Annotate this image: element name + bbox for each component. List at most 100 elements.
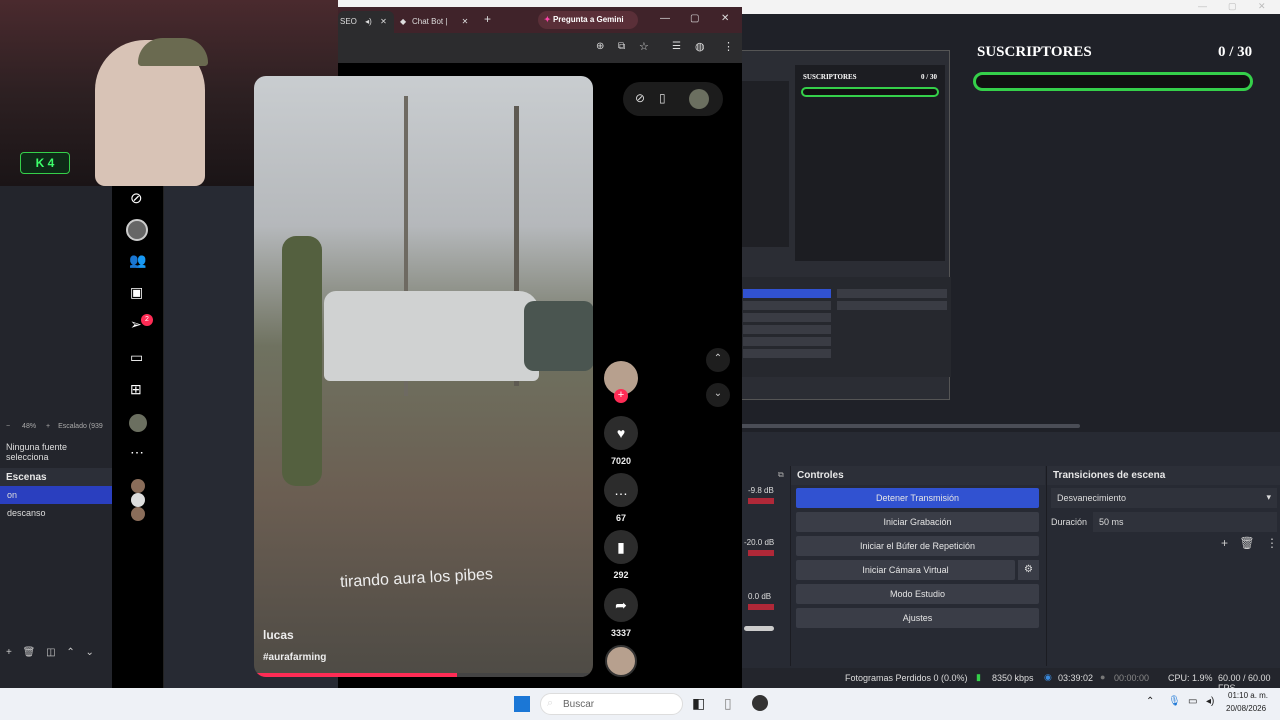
chevron-up-icon: ⌃ <box>713 353 723 364</box>
profile-icon[interactable]: ◍ <box>695 40 705 53</box>
down-icon[interactable]: ⌄ <box>86 647 94 658</box>
video-player[interactable]: tirando aura los pibes lucas #aurafarmin… <box>254 76 593 677</box>
avatar[interactable] <box>131 493 145 507</box>
preview-scrollbar[interactable] <box>740 424 1080 428</box>
start-recording-button[interactable]: Iniciar Grabación <box>796 512 1039 532</box>
avatar[interactable] <box>689 89 709 109</box>
replay-buffer-button[interactable]: Iniciar el Búfer de Repetición <box>796 536 1039 556</box>
speaker-icon[interactable]: ◂) <box>365 17 372 26</box>
follow-plus-icon[interactable]: + <box>614 389 628 403</box>
transitions-header: Transiciones de escena <box>1047 466 1280 485</box>
no-source-label: Ninguna fuente selecciona <box>6 442 68 462</box>
zoom-out-icon[interactable]: − <box>6 423 10 430</box>
live-icon[interactable]: ▣ <box>130 284 143 301</box>
mini-overlay-bar <box>801 87 939 97</box>
network-icon[interactable]: ▭ <box>1188 696 1197 707</box>
audio-level: -20.0 dB <box>744 538 775 547</box>
share-button[interactable]: ➦ <box>604 588 638 622</box>
scene-item[interactable]: descanso <box>0 504 112 522</box>
browser-toolbar: ⊕ ⧉ ☆ ☰ ◍ ⋮ <box>338 33 742 63</box>
avatar[interactable] <box>131 507 145 521</box>
cast-icon[interactable]: ⧉ <box>618 41 625 52</box>
video-caption: tirando aura los pibes <box>339 566 494 591</box>
reading-list-icon[interactable]: ☰ <box>672 41 681 52</box>
stream-icon: ◉ <box>1044 672 1052 682</box>
comment-button[interactable]: … <box>604 473 638 507</box>
messages-icon[interactable]: ➢ <box>130 316 142 333</box>
taskbar-search[interactable]: ⌕ Buscar <box>540 693 683 715</box>
music-disc[interactable] <box>605 645 637 677</box>
transition-select[interactable]: Desvanecimiento ▾ <box>1051 488 1277 508</box>
menu-icon[interactable]: ⋮ <box>723 40 734 53</box>
zoom-in-icon[interactable]: + <box>46 423 50 430</box>
clock-time[interactable]: 01:10 a. m. <box>1228 691 1268 700</box>
upload-icon[interactable]: ⊞ <box>130 381 142 398</box>
trash-icon[interactable]: 🗑 <box>23 647 36 658</box>
studio-mode-button[interactable]: Modo Estudio <box>796 584 1039 604</box>
phone-icon[interactable]: ▯ <box>659 91 666 105</box>
new-tab-icon[interactable]: + <box>484 12 491 26</box>
like-button[interactable]: ♥ <box>604 416 638 450</box>
settings-button[interactable]: Ajustes <box>796 608 1039 628</box>
duration-input[interactable]: 50 ms <box>1093 512 1277 532</box>
maximize-icon[interactable]: ▢ <box>1228 1 1237 12</box>
clock-date[interactable]: 20/08/2026 <box>1226 704 1266 713</box>
file-icon[interactable]: ▯ <box>724 695 732 712</box>
save-button[interactable]: ▮ <box>604 530 638 564</box>
avatar[interactable] <box>126 219 148 241</box>
task-view-icon[interactable]: ◧ <box>692 695 705 712</box>
bookmark-star-icon[interactable]: ☆ <box>639 40 649 53</box>
video-author[interactable]: lucas <box>263 628 294 642</box>
zoom-icon[interactable]: ⊕ <box>596 41 604 52</box>
gemini-button[interactable]: ✦ Pregunta a Gemini <box>538 11 638 29</box>
add-icon[interactable]: + <box>1221 536 1228 550</box>
maximize-icon[interactable]: ▢ <box>690 13 699 24</box>
panel-dock-icon[interactable]: ⧉ <box>778 470 784 480</box>
video-progress-track[interactable] <box>254 673 593 677</box>
more-icon[interactable]: ⋯ <box>130 444 144 461</box>
avatar[interactable] <box>129 414 147 432</box>
tab-seo[interactable]: SEO ◂) ✕ <box>338 11 394 33</box>
following-icon[interactable]: 👥 <box>129 252 146 269</box>
trash-icon[interactable]: 🗑 <box>1239 536 1254 550</box>
next-video-button[interactable]: ⌄ <box>706 383 730 407</box>
audio-level: 0.0 dB <box>748 592 772 601</box>
video-hashtag[interactable]: #aurafarming <box>263 652 326 663</box>
zoom-level: 48% <box>22 423 37 430</box>
minimize-icon[interactable]: — <box>660 13 670 24</box>
minimize-icon[interactable]: — <box>1198 1 1207 11</box>
tiktok-sidebar: ⊘ 👥 ▣ ➢ 2 ▭ ⊞ ⋯ <box>112 186 164 688</box>
close-icon[interactable]: ✕ <box>380 17 387 26</box>
video-progress-fill <box>254 673 458 677</box>
like-count: 7020 <box>610 456 632 466</box>
share-count: 3337 <box>610 628 632 638</box>
up-icon[interactable]: ⌃ <box>66 647 74 658</box>
avatar[interactable] <box>131 479 145 493</box>
chevron-up-icon[interactable]: ⌃ <box>1146 696 1154 707</box>
add-icon[interactable]: + <box>6 647 12 658</box>
close-icon[interactable]: ✕ <box>1258 1 1266 12</box>
person-image <box>282 236 322 486</box>
close-icon[interactable]: ✕ <box>721 13 729 24</box>
gemini-icon: ◆ <box>400 17 407 26</box>
scene-item[interactable]: on <box>0 486 112 504</box>
previous-video-button[interactable]: ⌃ <box>706 348 730 372</box>
windows-start-icon[interactable] <box>514 696 530 712</box>
inbox-icon[interactable]: ▭ <box>130 349 143 366</box>
volume-icon[interactable]: ◂) <box>1206 696 1214 707</box>
explore-icon[interactable]: ⊘ <box>130 189 143 207</box>
audio-meter <box>748 604 774 610</box>
close-icon[interactable]: ✕ <box>462 17 469 26</box>
virtual-camera-button[interactable]: Iniciar Cámara Virtual <box>796 560 1015 580</box>
mini-button <box>743 337 831 346</box>
obs-taskbar-icon[interactable] <box>752 695 768 711</box>
autoscroll-icon[interactable]: ⊘ <box>635 91 645 105</box>
microphone-icon[interactable]: 🎙 <box>1168 696 1181 707</box>
tab-chatbot[interactable]: ◆ Chat Bot | ✕ <box>398 11 474 33</box>
more-vertical-icon[interactable]: ⋮ <box>1266 536 1278 550</box>
stop-stream-button[interactable]: Detener Transmisión <box>796 488 1039 508</box>
gear-icon[interactable]: ⚙ <box>1018 560 1039 580</box>
signal-icon: ▮ <box>976 672 981 682</box>
volume-slider[interactable] <box>744 626 774 631</box>
filter-icon[interactable]: ◫ <box>46 647 55 658</box>
